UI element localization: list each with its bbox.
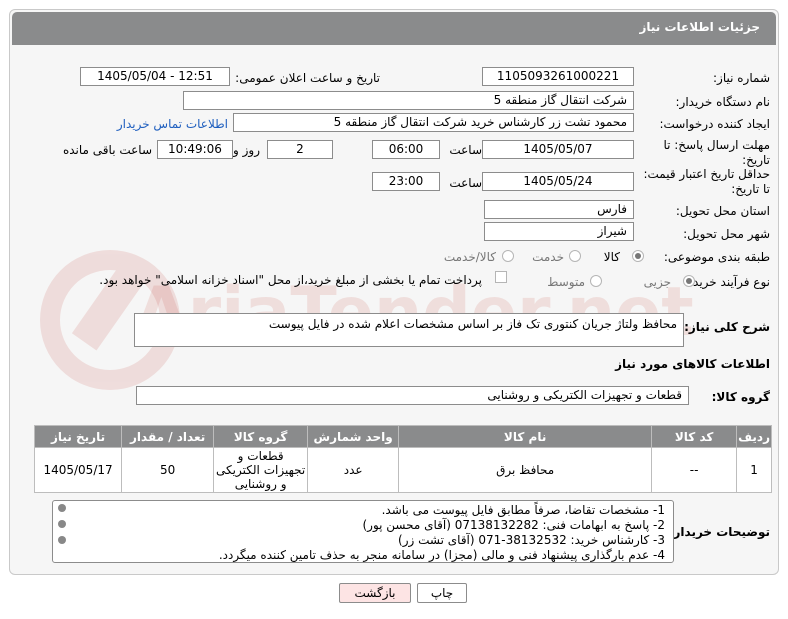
- price-valid-label: حداقل تاریخ اعتبار قیمت: تا تاریخ:: [643, 167, 770, 196]
- col-row: ردیف: [736, 425, 772, 448]
- city-label: شهر محل تحویل:: [683, 227, 770, 241]
- cell-unit: عدد: [307, 447, 400, 493]
- remaining-label: ساعت باقی مانده: [62, 143, 152, 157]
- cell-qty: 50: [121, 447, 215, 493]
- announce-field: 1405/05/04 - 12:51: [80, 67, 230, 86]
- category-option-service: خدمت: [532, 250, 564, 264]
- buyer-note-line: 2- پاسخ به ابهامات فنی: 07138132282 (آقا…: [362, 518, 665, 532]
- payment-note: پرداخت تمام یا بخشی از مبلغ خرید،از محل …: [99, 273, 482, 287]
- contact-info-link[interactable]: اطلاعات تماس خریدار: [117, 117, 228, 131]
- col-group: گروه کالا: [213, 425, 309, 448]
- col-name: نام کالا: [398, 425, 653, 448]
- buyer-notes-field[interactable]: 1- مشخصات تقاضا، صرفاً مطابق فایل پیوست …: [52, 500, 674, 563]
- process-option-medium: متوسط: [547, 275, 585, 289]
- city-field: شیراز: [484, 222, 634, 241]
- treasury-payment-checkbox[interactable]: [495, 271, 507, 283]
- description-field: محافظ ولتاژ جریان کنتوری تک فاز بر اساس …: [134, 313, 684, 347]
- scroll-down-icon[interactable]: [58, 536, 66, 544]
- scroll-thumb-icon[interactable]: [58, 520, 66, 528]
- cell-name: محافظ برق: [398, 447, 653, 493]
- category-radio-both[interactable]: [502, 250, 514, 262]
- province-field: فارس: [484, 200, 634, 219]
- col-code: کد کالا: [651, 425, 738, 448]
- cell-row: 1: [736, 447, 772, 493]
- back-button[interactable]: بازگشت: [339, 583, 411, 603]
- cell-code: --: [651, 447, 738, 493]
- buyer-org-label: نام دستگاه خریدار:: [675, 95, 771, 109]
- process-label: نوع فرآیند خرید :: [685, 275, 770, 289]
- cell-group: قطعات و تجهیزات الکتریکی و روشنایی: [213, 447, 309, 493]
- goods-table: ردیف کد کالا نام کالا واحد شمارش گروه کا…: [33, 425, 772, 493]
- process-radio-medium[interactable]: [590, 275, 602, 287]
- days-field: 2: [267, 140, 333, 159]
- goods-section-title: اطلاعات کالاهای مورد نیاز: [615, 357, 770, 371]
- category-radio-service[interactable]: [569, 250, 581, 262]
- header-bar: جزئیات اطلاعات نیاز: [12, 12, 776, 45]
- creator-field: محمود تشت زر کارشناس خرید شرکت انتقال گا…: [233, 113, 634, 132]
- category-label: طبقه بندی موضوعی:: [663, 250, 770, 264]
- deadline-time-field: 06:00: [372, 140, 440, 159]
- category-radio-goods[interactable]: [632, 250, 644, 262]
- deadline-date-field: 1405/05/07: [482, 140, 634, 159]
- remaining-time-field: 10:49:06: [157, 140, 233, 159]
- creator-label: ایجاد کننده درخواست:: [659, 117, 770, 131]
- col-date: تاریخ نیاز: [33, 425, 123, 448]
- table-row: 1 -- محافظ برق عدد قطعات و تجهیزات الکتر…: [33, 447, 772, 493]
- category-option-both: کالا/خدمت: [443, 250, 496, 264]
- table-header-row: ردیف کد کالا نام کالا واحد شمارش گروه کا…: [33, 425, 772, 448]
- announce-label: تاریخ و ساعت اعلان عمومی:: [235, 71, 380, 85]
- need-number-field: 1105093261000221: [482, 67, 634, 86]
- buyer-org-field: شرکت انتقال گاز منطقه 5: [183, 91, 634, 110]
- province-label: استان محل تحویل:: [675, 204, 770, 218]
- price-valid-time-field: 23:00: [372, 172, 440, 191]
- price-valid-time-label: ساعت: [449, 176, 482, 190]
- category-option-goods: کالا: [603, 250, 620, 264]
- need-number-label: شماره نیاز:: [713, 71, 770, 85]
- process-radio-minor[interactable]: [683, 275, 695, 287]
- col-qty: تعداد / مقدار: [121, 425, 215, 448]
- cell-date: 1405/05/17: [33, 447, 123, 493]
- deadline-label: مهلت ارسال پاسخ: تا تاریخ:: [663, 138, 770, 167]
- col-unit: واحد شمارش: [307, 425, 400, 448]
- buyer-note-line: 1- مشخصات تقاضا، صرفاً مطابق فایل پیوست …: [381, 503, 665, 517]
- scroll-up-icon[interactable]: [58, 504, 66, 512]
- notes-scrollbar[interactable]: [56, 504, 68, 559]
- buyer-note-line: 4- عدم بارگذاری پیشنهاد فنی و مالی (مجزا…: [218, 548, 665, 562]
- goods-group-label: گروه کالا:: [711, 390, 770, 404]
- header-title: جزئیات اطلاعات نیاز: [639, 20, 760, 34]
- process-option-minor: جزیی: [643, 275, 671, 289]
- description-label: شرح کلی نیاز:: [684, 320, 770, 334]
- days-label: روز و: [233, 143, 260, 157]
- price-valid-date-field: 1405/05/24: [482, 172, 634, 191]
- buyer-note-line: 3- کارشناس خرید: 38132532-071 (آقای تشت …: [398, 533, 665, 547]
- goods-group-field: قطعات و تجهیزات الکتریکی و روشنایی: [136, 386, 689, 405]
- print-button[interactable]: چاپ: [417, 583, 467, 603]
- buyer-notes-label: توضیحات خریدار:: [668, 525, 770, 539]
- deadline-time-label: ساعت: [449, 143, 482, 157]
